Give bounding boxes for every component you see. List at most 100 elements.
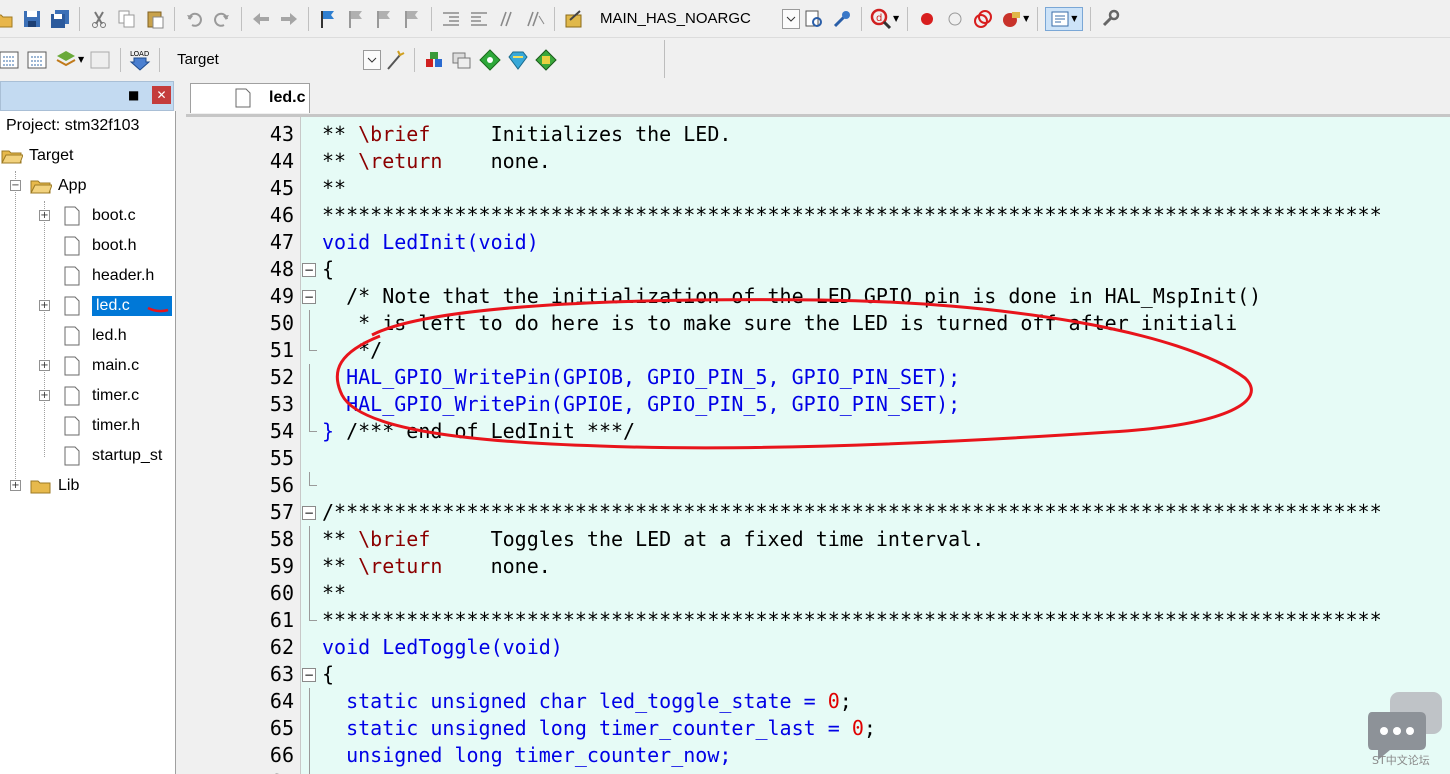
line-number: 67 [186,769,294,774]
app-folder-icon [30,180,52,194]
insert-breakpoint-icon[interactable] [915,7,939,31]
window-layout-icon[interactable]: ▼ [1045,6,1084,31]
chevron-down-icon[interactable] [782,8,800,29]
save-icon[interactable] [20,7,44,31]
tree-file-main-c[interactable]: main.c [64,353,139,379]
target-dropdown-value: Target [177,51,219,68]
comment-icon[interactable] [495,7,519,31]
expand-timer-c-icon[interactable]: + [39,390,50,401]
tree-file-timer-h[interactable]: timer.h [64,413,140,439]
fold-toggle-icon[interactable]: − [302,263,316,277]
code-line: 48−{ [186,256,1450,283]
indent-icon[interactable] [439,7,463,31]
manage-runtime-icon[interactable] [478,48,502,72]
tab-led-c[interactable]: led.c [190,83,310,113]
line-number: 58 [269,527,294,551]
target-folder-icon [1,150,23,164]
redo-icon[interactable] [210,7,234,31]
select-packs-icon[interactable] [450,48,474,72]
uncomment-icon[interactable] [523,7,547,31]
pack-installer-icon[interactable] [506,48,530,72]
expand-main-c-icon[interactable]: + [39,360,50,371]
bookmark-flag-icon[interactable] [316,7,340,31]
tree-file-led-c[interactable]: led.c [64,293,172,319]
expand-lib-icon[interactable]: + [10,480,21,491]
chevron-down-icon[interactable]: ▼ [893,14,899,23]
paste-icon[interactable] [143,7,167,31]
code-line: 47 void LedInit(void) [186,229,1450,256]
code-line: 62 void LedToggle(void) [186,634,1450,661]
expand-led-c-icon[interactable]: + [39,300,50,311]
disable-breakpoint-icon[interactable] [943,7,967,31]
tree-file-startup[interactable]: startup_st [64,443,162,469]
fold-guide [309,391,310,418]
code-line: 44 ** \return none. [186,148,1450,175]
fold-toggle-icon[interactable]: − [302,290,316,304]
code-line: 59 ** \return none. [186,553,1450,580]
define-dropdown[interactable]: MAIN_HAS_NOARGC [592,8,800,29]
copy-icon[interactable] [115,7,139,31]
code-comment: /***************************************… [322,500,1382,524]
code-text: { [322,661,334,688]
fold-toggle-icon[interactable]: − [302,506,316,520]
tree-file-led-h[interactable]: led.h [64,323,127,349]
cut-icon[interactable] [87,7,111,31]
collapse-app-icon[interactable]: − [10,180,21,191]
chevron-down-icon[interactable] [363,49,382,70]
code-comment: { [322,257,335,281]
incremental-find-icon[interactable] [830,7,854,31]
code-text: * is left to do here is to make sure the… [322,310,1237,337]
tree-folder-lib[interactable]: Lib [30,473,79,499]
chevron-down-icon[interactable]: ▼ [78,55,84,64]
code-text: ** [322,580,346,607]
expand-boot-c-icon[interactable]: + [39,210,50,221]
disable-all-breakpoints-icon[interactable] [971,7,995,31]
build-icon[interactable] [26,48,50,72]
pin-icon[interactable]: ■ [128,88,139,102]
code-keyword: } [322,419,335,443]
batch-build-icon[interactable] [54,48,78,72]
tree-folder-app[interactable]: App [30,173,86,199]
find-icon[interactable] [802,7,826,31]
download-load-icon[interactable]: LOAD [128,48,152,72]
code-line: 57−/************************************… [186,499,1450,526]
target-options-icon[interactable] [383,48,407,72]
prev-bookmark-icon[interactable] [344,7,368,31]
target-dropdown[interactable]: Target [169,49,382,70]
tree-target[interactable]: Target [1,143,73,169]
find-in-files-icon[interactable] [562,7,586,31]
next-bookmark-icon[interactable] [372,7,396,31]
chevron-down-icon[interactable]: ▼ [1023,14,1029,23]
code-line: 52 HAL_GPIO_WritePin(GPIOB, GPIO_PIN_5, … [186,364,1450,391]
code-line: 51 */ [186,337,1450,364]
kill-breakpoints-icon[interactable] [999,7,1023,31]
tree-file-timer-c[interactable]: timer.c [64,383,139,409]
clear-bookmarks-icon[interactable] [400,7,424,31]
unindent-icon[interactable] [467,7,491,31]
stop-build-icon[interactable] [89,48,113,72]
fold-guide [309,742,310,769]
close-icon[interactable]: ✕ [152,86,171,104]
tree-folder-app-label: App [58,177,87,194]
code-text: /***************************************… [322,499,1382,526]
navigate-back-icon[interactable] [249,7,273,31]
fold-toggle-icon[interactable]: − [302,668,316,682]
save-all-icon[interactable] [48,7,72,31]
configure-wrench-icon[interactable] [1098,7,1122,31]
undo-icon[interactable] [182,7,206,31]
translate-icon[interactable] [0,48,22,72]
fold-guide [309,688,310,715]
open-file-icon[interactable] [0,7,16,31]
tree-file-boot-c[interactable]: boot.c [64,203,136,229]
manage-project-items-icon[interactable] [422,48,446,72]
navigate-forward-icon[interactable] [277,7,301,31]
code-editor[interactable]: 43 ** \brief Initializes the LED. 44 ** \re… [186,114,1450,774]
code-text: ****************************************… [322,202,1382,229]
pack-update-icon[interactable] [534,48,558,72]
toolbar-separator [1090,6,1092,31]
debug-session-icon[interactable]: d [869,7,893,31]
toolbar-separator [414,47,416,72]
tree-file-header-h[interactable]: header.h [64,263,154,289]
tree-file-boot-h[interactable]: boot.h [64,233,136,259]
file-label: boot.h [92,237,137,254]
